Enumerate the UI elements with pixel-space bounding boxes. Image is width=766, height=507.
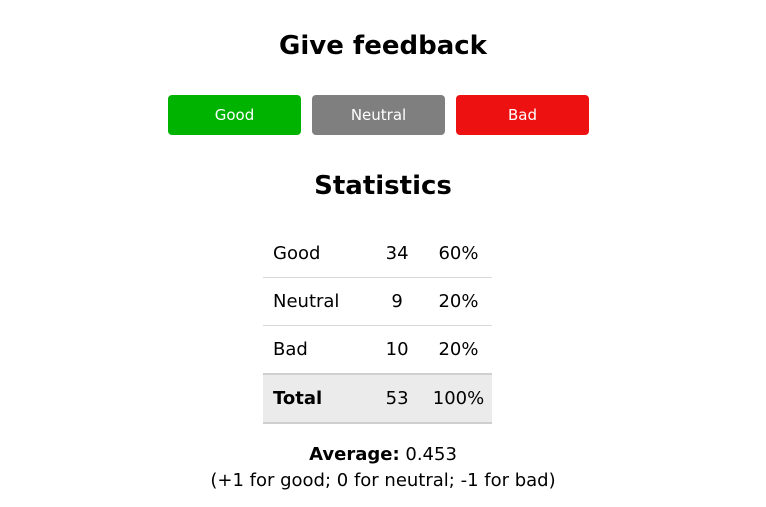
feedback-button-row: Good Neutral Bad — [168, 95, 589, 135]
average-note: (+1 for good; 0 for neutral; -1 for bad) — [210, 470, 556, 491]
table-row-bad: Bad 10 20% — [263, 325, 492, 375]
row-percent: 20% — [424, 325, 492, 375]
table-row-total: Total 53 100% — [263, 373, 492, 424]
neutral-button[interactable]: Neutral — [312, 95, 445, 135]
row-count: 34 — [369, 230, 425, 278]
feedback-title: Give feedback — [279, 31, 487, 61]
row-label: Bad — [263, 325, 370, 375]
average-label: Average: — [309, 444, 400, 465]
feedback-app: Give feedback Good Neutral Bad Statistic… — [0, 0, 766, 507]
row-percent: 60% — [424, 230, 492, 278]
average-value: 0.453 — [405, 444, 457, 465]
row-label: Neutral — [263, 277, 370, 326]
total-count: 53 — [369, 373, 425, 424]
total-percent: 100% — [424, 373, 492, 424]
table-row-neutral: Neutral 9 20% — [263, 277, 492, 326]
statistics-table: Good 34 60% Neutral 9 20% Bad 10 20% Tot… — [263, 230, 492, 424]
average-line: Average: 0.453 — [0, 443, 766, 467]
row-count: 9 — [369, 277, 425, 326]
row-count: 10 — [369, 325, 425, 375]
table-row-good: Good 34 60% — [263, 230, 492, 278]
total-label: Total — [263, 373, 370, 424]
row-label: Good — [263, 230, 370, 278]
bad-button[interactable]: Bad — [456, 95, 589, 135]
statistics-title: Statistics — [314, 171, 452, 201]
row-percent: 20% — [424, 277, 492, 326]
good-button[interactable]: Good — [168, 95, 301, 135]
